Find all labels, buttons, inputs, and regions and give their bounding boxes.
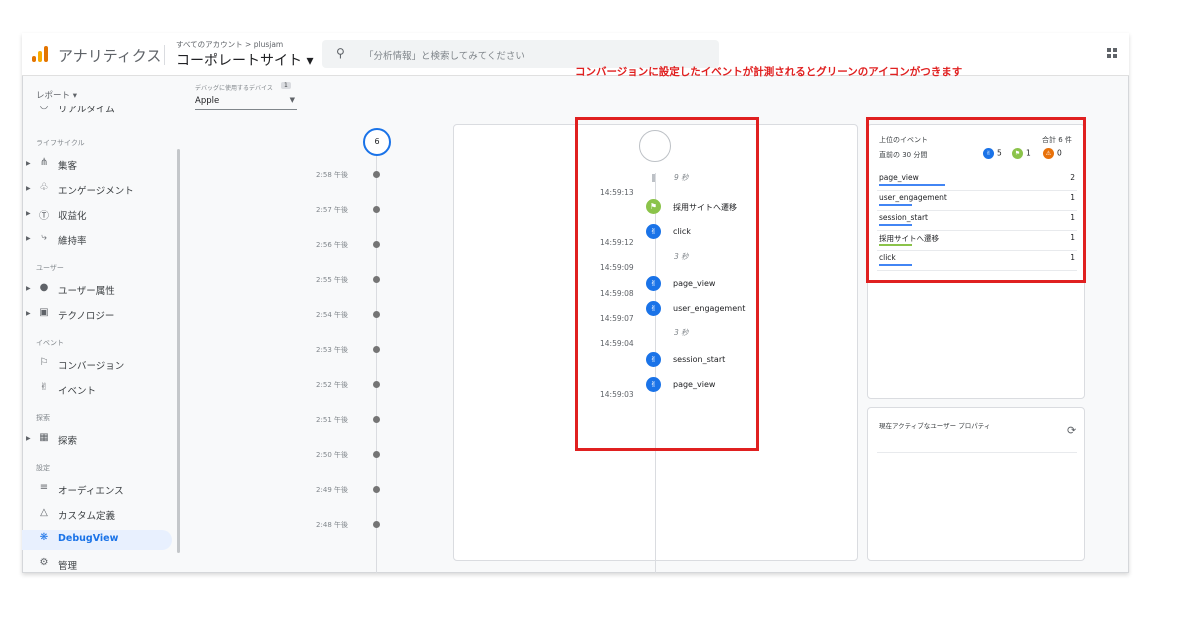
history-icon[interactable]: ⟳ <box>1067 424 1076 437</box>
minute-time: 2:57 午後 <box>316 206 348 214</box>
minute-time: 2:56 午後 <box>316 241 348 249</box>
minute-row[interactable]: 2:53 午後 <box>292 344 392 356</box>
minute-row[interactable]: 2:57 午後 <box>292 204 392 216</box>
clock-icon: ◷ <box>37 106 51 111</box>
dollar-icon: Ⓣ <box>39 211 49 222</box>
minute-time: 2:53 午後 <box>316 346 348 354</box>
section-events: イベント <box>36 339 64 347</box>
section-user: ユーザー <box>36 264 64 272</box>
divider <box>877 452 1077 453</box>
breadcrumb[interactable]: すべてのアカウント > plusjam <box>176 39 283 50</box>
dropdown-arrow-icon: ▼ <box>289 96 295 104</box>
minute-time: 2:54 午後 <box>316 311 348 319</box>
shapes-icon: △ <box>40 507 48 518</box>
expand-icon: ▶ <box>26 310 31 317</box>
minute-row[interactable]: 2:54 午後 <box>292 309 392 321</box>
expand-icon: ▶ <box>26 435 31 442</box>
minute-time: 2:55 午後 <box>316 276 348 284</box>
annotation-box-stream <box>575 117 759 451</box>
minute-dot[interactable] <box>373 381 380 388</box>
device-selector[interactable]: デバッグに使用するデバイス 1 Apple ▼ <box>195 82 297 110</box>
minute-time: 2:58 午後 <box>316 171 348 179</box>
minute-dot[interactable] <box>373 416 380 423</box>
sidebar-item-technology[interactable]: ▶ ▣ テクノロジー <box>26 305 174 325</box>
minute-row[interactable]: 2:48 午後 <box>292 519 392 531</box>
sidebar: レポート ▾ ◷ リアルタイム ライフサイクル ▶ ⋔ 集客 ▶ ♧ エンゲージ… <box>22 77 180 573</box>
app-title: アナリティクス <box>58 47 162 65</box>
device-selector-value[interactable]: Apple <box>195 96 297 110</box>
device-count-badge: 1 <box>281 82 291 89</box>
annotation-box-top-events <box>866 117 1086 283</box>
minute-time: 2:52 午後 <box>316 381 348 389</box>
sidebar-item-admin[interactable]: ⚙ 管理 <box>26 555 174 573</box>
user-properties-panel <box>867 407 1085 561</box>
sidebar-item-events[interactable]: ✌ イベント <box>26 380 174 400</box>
minute-dot[interactable] <box>373 171 380 178</box>
sidebar-item-audiences[interactable]: ≡ オーディエンス <box>26 480 174 500</box>
minute-dot[interactable] <box>373 486 380 493</box>
apps-grid-icon[interactable] <box>1107 48 1117 58</box>
acquisition-icon: ⋔ <box>39 157 49 168</box>
expand-icon: ▶ <box>26 235 31 242</box>
analytics-logo-icon[interactable] <box>32 46 48 62</box>
minute-count-bubble[interactable]: 6 <box>363 128 391 156</box>
minute-row[interactable]: 2:51 午後 <box>292 414 392 426</box>
minute-dot[interactable] <box>373 521 380 528</box>
expand-icon: ▶ <box>26 285 31 292</box>
sidebar-item-custom-definitions[interactable]: △ カスタム定義 <box>26 505 174 525</box>
minute-time: 2:49 午後 <box>316 486 348 494</box>
minute-row[interactable]: 2:50 午後 <box>292 449 392 461</box>
minute-time: 2:48 午後 <box>316 521 348 529</box>
search-icon: ⚲ <box>336 46 345 60</box>
sidebar-scrollbar[interactable] <box>177 149 180 553</box>
minute-row[interactable]: 2:49 午後 <box>292 484 392 496</box>
minute-time: 2:50 午後 <box>316 451 348 459</box>
header-divider <box>164 45 165 65</box>
gear-icon: ⚙ <box>39 557 49 568</box>
minute-dot[interactable] <box>373 206 380 213</box>
sidebar-item-monetization[interactable]: ▶ Ⓣ 収益化 <box>26 205 174 225</box>
minute-dot[interactable] <box>373 451 380 458</box>
audience-icon: ≡ <box>39 482 49 493</box>
reports-dropdown[interactable]: レポート ▾ <box>36 89 77 101</box>
touch-icon: ✌ <box>39 382 49 393</box>
bug-icon: ❋ <box>39 532 49 543</box>
tag-icon: ♧ <box>39 182 49 193</box>
minute-row[interactable]: 2:56 午後 <box>292 239 392 251</box>
section-lifecycle: ライフサイクル <box>36 139 85 147</box>
minute-row[interactable]: 2:58 午後 <box>292 169 392 181</box>
sidebar-item-demographics[interactable]: ▶ ● ユーザー属性 <box>26 280 174 300</box>
sidebar-item-conversions[interactable]: ⚐ コンバージョン <box>26 355 174 375</box>
minute-dot[interactable] <box>373 276 380 283</box>
annotation-text: コンバージョンに設定したイベントが計測されるとグリーンのアイコンがつきます <box>575 66 963 78</box>
search-input[interactable]: 「分析情報」と検索してみてください <box>364 48 525 62</box>
section-configure: 設定 <box>36 464 50 472</box>
sidebar-item-explore[interactable]: ▶ ▦ 探索 <box>26 430 174 450</box>
property-selector[interactable]: コーポレートサイト ▾ <box>176 50 313 70</box>
devices-icon: ▣ <box>39 307 49 318</box>
minute-time: 2:51 午後 <box>316 416 348 424</box>
retention-icon: ⤷ <box>41 232 47 243</box>
user-properties-title: 現在アクティブなユーザー プロパティ <box>879 422 991 430</box>
sidebar-item-engagement[interactable]: ▶ ♧ エンゲージメント <box>26 180 174 200</box>
expand-icon: ▶ <box>26 210 31 217</box>
flag-icon: ⚐ <box>39 357 49 368</box>
minute-dot[interactable] <box>373 346 380 353</box>
minute-dot[interactable] <box>373 241 380 248</box>
sidebar-item-acquisition[interactable]: ▶ ⋔ 集客 <box>26 155 174 175</box>
expand-icon: ▶ <box>26 185 31 192</box>
sidebar-item-retention[interactable]: ▶ ⤷ 維持率 <box>26 230 174 250</box>
sidebar-item-debugview[interactable]: ❋ DebugView <box>22 530 172 550</box>
sidebar-item-realtime[interactable]: ◷ リアルタイム <box>26 106 174 116</box>
minute-row[interactable]: 2:55 午後 <box>292 274 392 286</box>
minute-dot[interactable] <box>373 311 380 318</box>
globe-icon: ● <box>39 282 49 293</box>
expand-icon: ▶ <box>26 160 31 167</box>
section-explore: 探索 <box>36 414 50 422</box>
minute-row[interactable]: 2:52 午後 <box>292 379 392 391</box>
explore-icon: ▦ <box>39 432 49 443</box>
